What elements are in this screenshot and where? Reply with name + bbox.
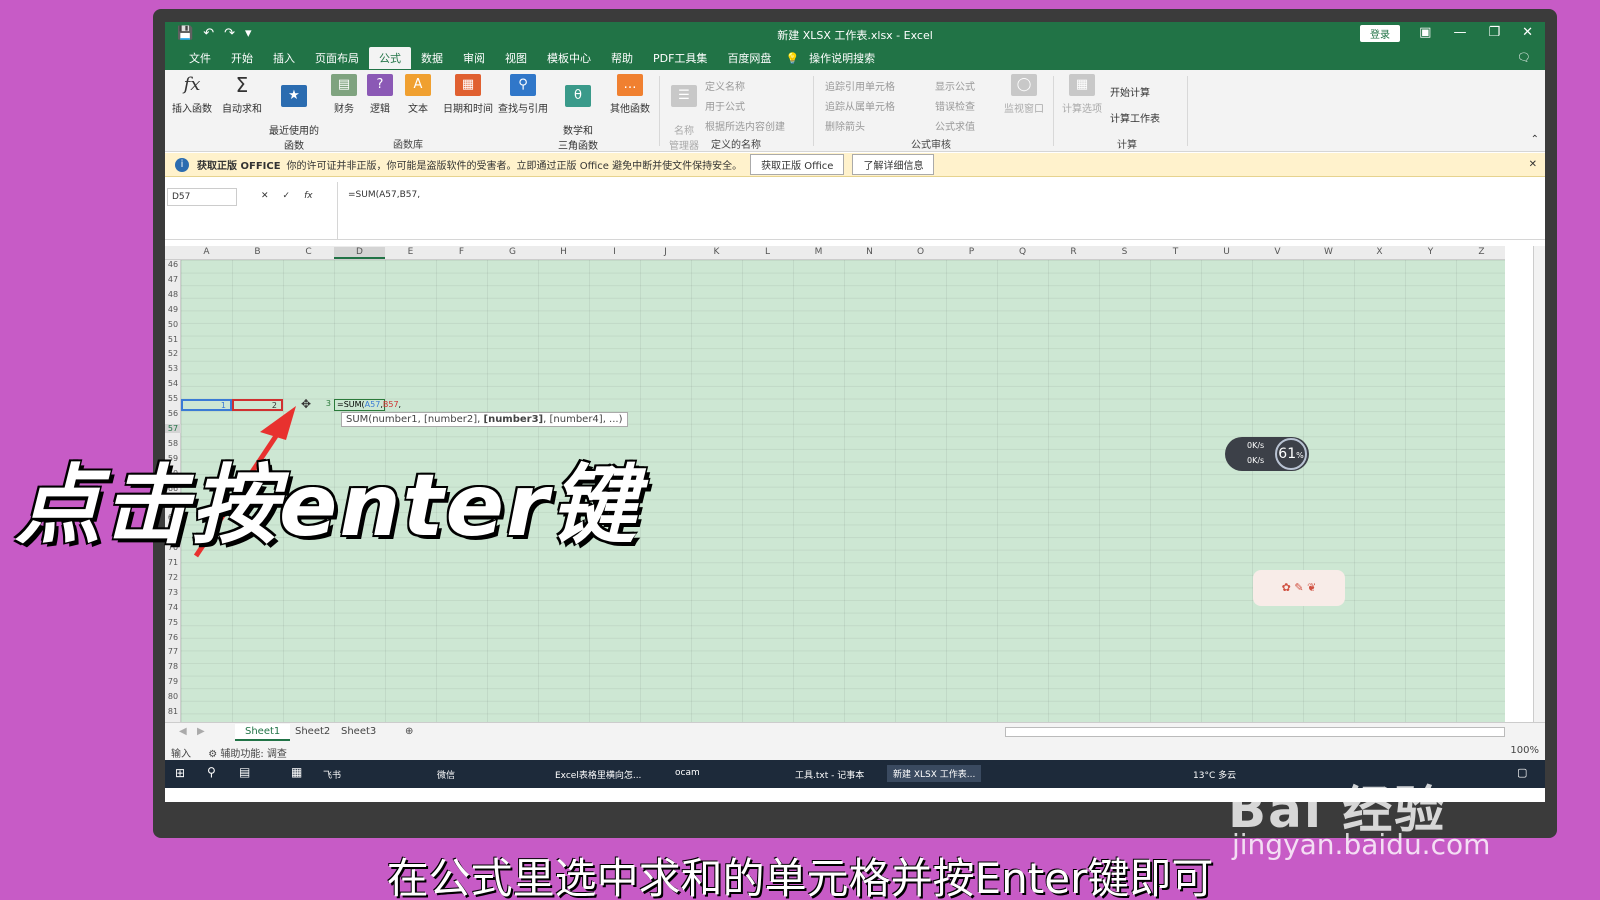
tutorial-caption: 点击按enter键 bbox=[15, 456, 639, 556]
video-subtitle: 在公式里选中求和的单元格并按Enter键即可 bbox=[386, 854, 1214, 900]
